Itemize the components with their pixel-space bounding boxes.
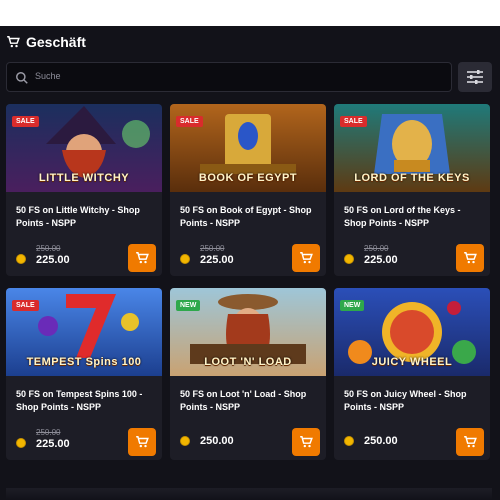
old-price: 250.00 <box>36 244 61 253</box>
price: 250.00 <box>364 435 398 447</box>
coin-icon <box>16 438 26 448</box>
sale-badge: SALE <box>176 116 203 127</box>
shop-panel: Geschäft Suche SALE LITTLE WITCHY 50 FS … <box>0 26 500 500</box>
product-card[interactable]: NEW LOOT 'N' LOAD 50 FS on Loot 'n' Load… <box>170 288 326 460</box>
coin-icon <box>344 436 354 446</box>
game-thumbnail: SALE LITTLE WITCHY <box>6 104 162 192</box>
shop-header: Geschäft <box>6 32 86 52</box>
sale-badge: SALE <box>12 116 39 127</box>
game-thumbnail: SALE TEMPEST Spins 100 <box>6 288 162 376</box>
product-title: 50 FS on Juicy Wheel - Shop Points - NSP… <box>344 389 467 412</box>
next-row-peek <box>6 488 492 500</box>
product-title: 50 FS on Little Witchy - Shop Points - N… <box>16 205 140 228</box>
game-logo-text: LORD OF THE KEYS <box>354 172 470 184</box>
product-card[interactable]: NEW JUICY WHEEL 50 FS on Juicy Wheel - S… <box>334 288 490 460</box>
cart-icon <box>7 36 20 48</box>
game-logo-text: LITTLE WITCHY <box>38 172 130 184</box>
new-badge: NEW <box>340 300 365 311</box>
price: 225.00 <box>200 254 234 266</box>
cart-icon <box>464 252 477 264</box>
search-placeholder: Suche <box>35 71 61 81</box>
old-price: 250.00 <box>36 428 61 437</box>
old-price: 250.00 <box>364 244 389 253</box>
cart-icon <box>464 436 477 448</box>
product-card[interactable]: SALE LITTLE WITCHY 50 FS on Little Witch… <box>6 104 162 276</box>
price: 225.00 <box>36 254 70 266</box>
game-thumbnail: SALE LORD OF THE KEYS <box>334 104 490 192</box>
filter-sliders-icon <box>467 70 483 84</box>
product-title: 50 FS on Loot 'n' Load - Shop Points - N… <box>180 389 307 412</box>
cart-icon <box>136 252 149 264</box>
product-card[interactable]: SALE TEMPEST Spins 100 50 FS on Tempest … <box>6 288 162 460</box>
sale-badge: SALE <box>12 300 39 311</box>
add-to-cart-button[interactable] <box>292 428 320 456</box>
coin-icon <box>16 254 26 264</box>
search-icon <box>16 72 28 84</box>
coin-icon <box>344 254 354 264</box>
sale-badge: SALE <box>340 116 367 127</box>
cart-icon <box>136 436 149 448</box>
price: 225.00 <box>36 438 70 450</box>
coin-icon <box>180 436 190 446</box>
game-logo-text: LOOT 'N' LOAD <box>204 356 292 368</box>
game-thumbnail: SALE BOOK OF EGYPT <box>170 104 326 192</box>
coin-icon <box>180 254 190 264</box>
add-to-cart-button[interactable] <box>292 244 320 272</box>
product-card[interactable]: SALE LORD OF THE KEYS 50 FS on Lord of t… <box>334 104 490 276</box>
add-to-cart-button[interactable] <box>128 428 156 456</box>
new-badge: NEW <box>176 300 201 311</box>
game-thumbnail: NEW JUICY WHEEL <box>334 288 490 376</box>
product-card[interactable]: SALE BOOK OF EGYPT 50 FS on Book of Egyp… <box>170 104 326 276</box>
cart-icon <box>300 252 313 264</box>
add-to-cart-button[interactable] <box>128 244 156 272</box>
cart-icon <box>300 436 313 448</box>
page-title: Geschäft <box>26 34 86 50</box>
product-title: 50 FS on Book of Egypt - Shop Points - N… <box>180 205 312 228</box>
filter-button[interactable] <box>458 62 492 92</box>
search-input[interactable]: Suche <box>6 62 452 92</box>
old-price: 250.00 <box>200 244 225 253</box>
add-to-cart-button[interactable] <box>456 428 484 456</box>
game-logo-text: JUICY WHEEL <box>371 356 453 368</box>
game-logo-text: TEMPEST Spins 100 <box>26 356 142 368</box>
price: 225.00 <box>364 254 398 266</box>
price: 250.00 <box>200 435 234 447</box>
product-title: 50 FS on Lord of the Keys - Shop Points … <box>344 205 461 228</box>
game-thumbnail: NEW LOOT 'N' LOAD <box>170 288 326 376</box>
add-to-cart-button[interactable] <box>456 244 484 272</box>
game-logo-text: BOOK OF EGYPT <box>198 172 298 184</box>
product-title: 50 FS on Tempest Spins 100 - Shop Points… <box>16 389 143 412</box>
